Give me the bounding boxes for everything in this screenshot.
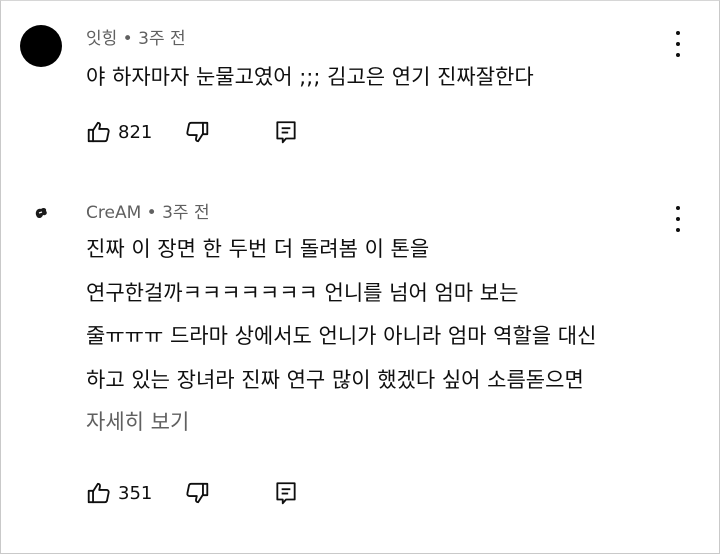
comment-text-line: 줄ㅠㅠㅠ 드라마 상에서도 언니가 아니라 엄마 역할을 대신 — [86, 324, 597, 348]
meta-separator: • — [117, 29, 139, 49]
comment-text-line: 진짜 이 장면 한 두번 더 돌려봄 이 톤을 — [86, 237, 430, 261]
reply-icon — [276, 482, 296, 505]
avatar[interactable] — [33, 205, 49, 221]
dislike-button[interactable] — [184, 480, 210, 506]
comment-actions: 351 — [86, 480, 346, 510]
thumbs-up-icon — [87, 121, 110, 143]
meta-separator: • — [141, 203, 163, 223]
comment-text-line: 연구한걸까ㅋㅋㅋㅋㅋㅋㅋ 언니를 넘어 엄마 보는 — [86, 281, 519, 305]
thumbs-down-icon — [186, 121, 209, 143]
read-more-link[interactable]: 자세히 보기 — [86, 406, 189, 436]
author-name[interactable]: 잇힝 — [86, 29, 117, 49]
more-vertical-icon[interactable] — [672, 31, 684, 57]
like-count: 351 — [118, 482, 153, 504]
author-name[interactable]: CreAM — [86, 203, 141, 223]
more-vertical-icon[interactable] — [672, 206, 684, 232]
dislike-button[interactable] — [184, 119, 210, 145]
avatar[interactable] — [20, 25, 62, 67]
comment-text-line: 하고 있는 장녀라 진짜 연구 많이 했겠다 싶어 소름돋으면 — [86, 368, 584, 392]
comment-meta: 잇힝 • 3주 전 — [86, 24, 186, 49]
comment-time[interactable]: 3주 전 — [138, 29, 186, 49]
reply-button[interactable] — [274, 480, 298, 506]
thumbs-up-icon — [87, 482, 110, 504]
reply-icon — [276, 121, 296, 144]
comment-actions: 821 — [86, 119, 346, 149]
comment-text: 야 하자마자 눈물고였어 ;;; 김고은 연기 진짜잘한다 — [86, 65, 534, 89]
comment-time[interactable]: 3주 전 — [162, 203, 210, 223]
reply-button[interactable] — [274, 119, 298, 145]
thumbs-down-icon — [186, 482, 209, 504]
like-button[interactable]: 351 — [86, 480, 152, 506]
like-button[interactable]: 821 — [86, 119, 152, 145]
comment-meta: CreAM • 3주 전 — [86, 198, 210, 223]
like-count: 821 — [118, 121, 153, 143]
